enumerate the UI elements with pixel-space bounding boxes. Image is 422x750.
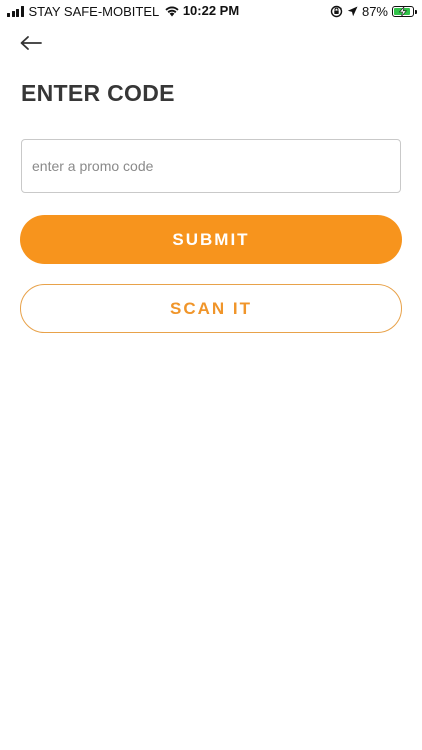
arrow-left-icon bbox=[20, 36, 42, 50]
status-bar-right: 87% bbox=[330, 3, 417, 19]
screen-rotation-lock-icon bbox=[330, 5, 343, 17]
scan-it-button[interactable]: SCAN IT bbox=[20, 284, 402, 333]
submit-button[interactable]: SUBMIT bbox=[20, 215, 402, 264]
location-arrow-icon bbox=[347, 6, 358, 16]
status-bar: STAY SAFE-MOBITEL 10:22 PM 87% bbox=[0, 0, 422, 22]
battery-percent: 87% bbox=[361, 3, 388, 19]
promo-code-input[interactable] bbox=[21, 139, 401, 193]
page-title: ENTER CODE bbox=[21, 80, 175, 106]
back-button[interactable] bbox=[16, 30, 46, 56]
battery-charging-icon bbox=[392, 5, 417, 17]
